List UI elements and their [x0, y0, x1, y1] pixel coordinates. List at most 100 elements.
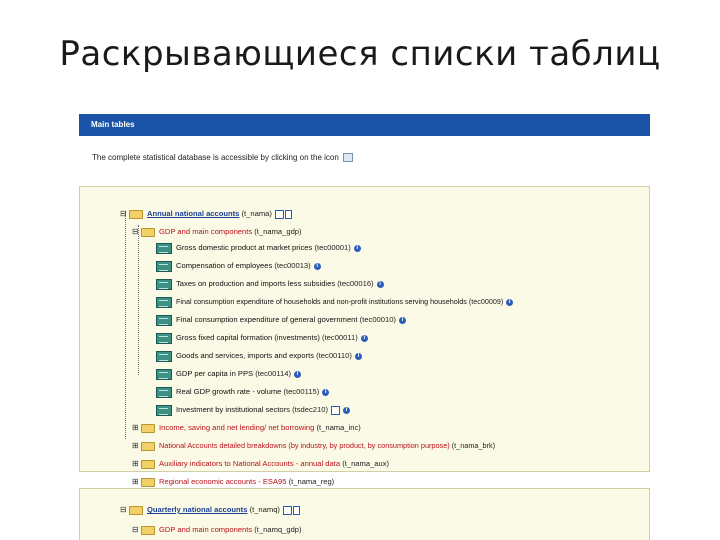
main-tables-header: Main tables [79, 114, 650, 136]
info-icon[interactable]: i [293, 370, 301, 378]
table-row[interactable]: Compensation of employees (tec00013) i [156, 259, 321, 273]
info-icon[interactable]: i [360, 334, 368, 342]
tree-node-annual[interactable]: ⊟ Annual national accounts (t_nama) [120, 207, 292, 221]
table-icon [156, 314, 172, 326]
tree-connector [138, 225, 140, 375]
table-label[interactable]: Final consumption expenditure of househo… [176, 297, 467, 306]
folder-icon [141, 441, 155, 451]
table-icon [156, 368, 172, 380]
table-row[interactable]: Taxes on production and imports less sub… [156, 277, 384, 291]
folder-icon [141, 459, 155, 469]
info-icon[interactable]: i [322, 388, 330, 396]
tree-node-regional[interactable]: ⊞ Regional economic accounts - ESA95 (t_n… [132, 475, 334, 489]
expand-toggle-icon[interactable]: ⊞ [132, 421, 141, 435]
table-label[interactable]: GDP per capita in PPS [176, 369, 253, 378]
table-code: (tec00009) [468, 297, 504, 306]
slide-title: Раскрывающиеся списки таблиц [59, 34, 661, 74]
table-code: (tsdec210) [292, 405, 328, 414]
screenshot-frame: Main tables The complete statistical dat… [79, 110, 650, 540]
table-row[interactable]: Gross domestic product at market prices … [156, 241, 361, 255]
info-icon[interactable]: i [342, 406, 350, 414]
tree-node-q-gdp[interactable]: ⊟ GDP and main components (t_namq_gdp) [132, 523, 302, 537]
tree-node-gdp[interactable]: ⊟ GDP and main components (t_nama_gdp) [132, 225, 302, 239]
table-code: (tec00010) [359, 315, 396, 324]
doc-icon[interactable] [282, 505, 292, 515]
collapse-toggle-icon[interactable]: ⊟ [132, 523, 141, 537]
table-label[interactable]: Final consumption expenditure of general… [176, 315, 358, 324]
table-icon [156, 296, 172, 308]
folder-open-icon [129, 505, 143, 515]
table-code: (tec00114) [255, 369, 291, 378]
main-tables-description: The complete statistical database is acc… [92, 153, 353, 163]
table-row[interactable]: Goods and services, imports and exports … [156, 349, 362, 363]
tree-node-auxiliary[interactable]: ⊞ Auxiliary indicators to National Accoun… [132, 457, 389, 471]
folder-link[interactable]: Regional economic accounts - ESA95 [159, 477, 286, 486]
q-gdp-folder-link[interactable]: GDP and main components [159, 525, 252, 534]
table-row[interactable]: Final consumption expenditure of general… [156, 313, 406, 327]
database-icon[interactable] [342, 153, 353, 163]
tree-panel-annual: ⊟ Annual national accounts (t_nama) ⊟ GDP … [79, 186, 650, 487]
folder-open-icon [141, 525, 155, 535]
tree-node-quarterly[interactable]: ⊟ Quarterly national accounts (t_namq) [120, 503, 300, 517]
table-icon [156, 278, 172, 290]
doc-icon[interactable] [274, 209, 284, 219]
collapse-toggle-icon[interactable]: ⊟ [132, 225, 141, 239]
expand-toggle-icon[interactable]: ⊞ [132, 475, 141, 489]
description-text: The complete statistical database is acc… [92, 153, 339, 162]
table-code: (tec00016) [337, 279, 374, 288]
folder-code: (t_nama_inc) [316, 423, 361, 432]
table-label[interactable]: Investment by institutional sectors [176, 405, 290, 414]
table-row[interactable]: GDP per capita in PPS (tec00114) i [156, 367, 301, 381]
info-icon[interactable]: i [398, 316, 406, 324]
tree-node-breakdowns[interactable]: ⊞ National Accounts detailed breakdowns (… [132, 439, 495, 453]
table-icon [156, 350, 172, 362]
table-row[interactable]: Final consumption expenditure of househo… [156, 295, 514, 309]
table-row[interactable]: Gross fixed capital formation (investmen… [156, 331, 368, 345]
table-icon [156, 386, 172, 398]
table-row[interactable]: Investment by institutional sectors (tsd… [156, 403, 350, 417]
gdp-folder-link[interactable]: GDP and main components [159, 227, 252, 236]
folder-icon [141, 423, 155, 433]
folder-code: (t_nama_reg) [288, 477, 335, 486]
doc-icon[interactable] [292, 505, 300, 515]
table-label[interactable]: Gross fixed capital formation (investmen… [176, 333, 320, 342]
info-icon[interactable]: i [354, 352, 362, 360]
folder-link[interactable]: National Accounts detailed breakdowns (b… [159, 441, 450, 450]
collapse-toggle-icon[interactable]: ⊟ [120, 207, 129, 221]
expand-toggle-icon[interactable]: ⊞ [132, 439, 141, 453]
quarterly-accounts-link[interactable]: Quarterly national accounts [147, 505, 247, 514]
collapse-toggle-icon[interactable]: ⊟ [120, 503, 129, 517]
doc-icon[interactable] [284, 209, 292, 219]
table-label[interactable]: Compensation of employees [176, 261, 272, 270]
info-icon[interactable]: i [353, 244, 361, 252]
gdp-folder-code: (t_nama_gdp) [254, 227, 302, 236]
table-label[interactable]: Real GDP growth rate - volume [176, 387, 281, 396]
table-code: (tec00115) [283, 387, 320, 396]
table-icon [156, 260, 172, 272]
table-label[interactable]: Gross domestic product at market prices [176, 243, 312, 252]
tree-node-income[interactable]: ⊞ Income, saving and net lending/ net bor… [132, 421, 361, 435]
main-tables-panel: Main tables The complete statistical dat… [79, 110, 650, 180]
table-row[interactable]: Real GDP growth rate - volume (tec00115)… [156, 385, 330, 399]
table-label[interactable]: Goods and services, imports and exports [176, 351, 314, 360]
doc-icon[interactable] [330, 405, 340, 415]
tree-connector [125, 211, 127, 439]
folder-link[interactable]: Income, saving and net lending/ net borr… [159, 423, 314, 432]
info-icon[interactable]: i [506, 298, 514, 306]
folder-code: (t_nama_aux) [342, 459, 390, 468]
table-code: (tec00011) [322, 333, 358, 342]
info-icon[interactable]: i [313, 262, 321, 270]
folder-code: (t_nama_brk) [451, 441, 496, 450]
folder-icon [141, 477, 155, 487]
info-icon[interactable]: i [376, 280, 384, 288]
table-label[interactable]: Taxes on production and imports less sub… [176, 279, 335, 288]
folder-link[interactable]: Auxiliary indicators to National Account… [159, 459, 340, 468]
tree-panel-quarterly: ⊟ Quarterly national accounts (t_namq) ⊟ G… [79, 488, 650, 540]
table-code: (tec00013) [274, 261, 311, 270]
table-code: (tec00001) [314, 243, 351, 252]
table-icon [156, 404, 172, 416]
annual-accounts-link[interactable]: Annual national accounts [147, 209, 239, 218]
quarterly-accounts-code: (t_namq) [249, 505, 280, 514]
expand-toggle-icon[interactable]: ⊞ [132, 457, 141, 471]
annual-accounts-code: (t_nama) [241, 209, 272, 218]
